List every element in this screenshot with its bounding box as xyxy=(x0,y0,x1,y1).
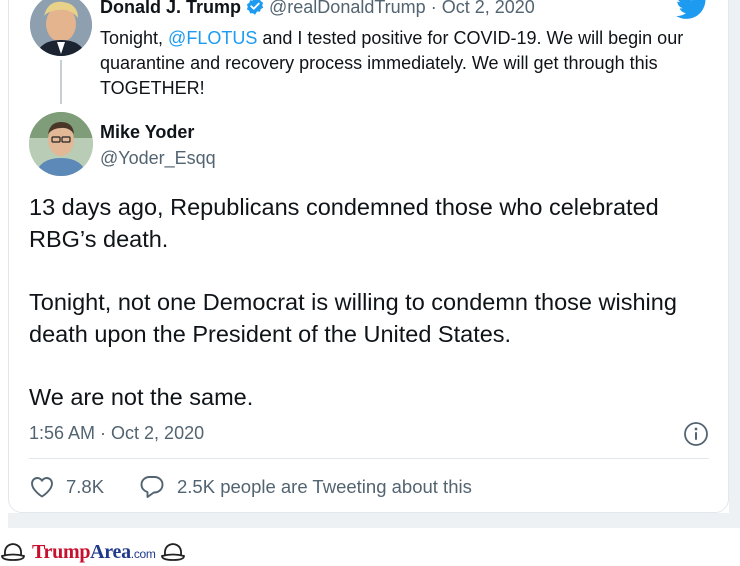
quoted-author-name[interactable]: Donald J. Trump xyxy=(100,0,241,17)
quoted-author-handle[interactable]: @realDonaldTrump xyxy=(269,0,426,17)
author-name[interactable]: Mike Yoder xyxy=(100,121,194,143)
info-icon[interactable] xyxy=(683,421,709,447)
quoted-tweet-text: Tonight, @FLOTUS and I tested positive f… xyxy=(100,26,700,101)
quoted-tweet-header: Donald J. Trump @realDonaldTrump · Oct 2,… xyxy=(100,0,535,21)
thread-connector-line xyxy=(60,60,62,104)
meta-separator: · xyxy=(425,0,442,17)
watermark-logo: TrumpArea.com xyxy=(0,541,186,564)
quoted-text-part: Tonight, xyxy=(100,28,169,48)
like-count: 7.8K xyxy=(66,476,105,497)
background-strip-right xyxy=(729,0,740,528)
tweet-timestamp[interactable]: 1:56 AM · Oct 2, 2020 xyxy=(29,421,204,445)
watermark-com: .com xyxy=(130,546,156,561)
watermark-text: TrumpArea.com xyxy=(32,541,156,564)
quoted-tweet-date[interactable]: Oct 2, 2020 xyxy=(442,0,535,17)
watermark-trump: Trump xyxy=(32,540,91,563)
mention-link[interactable]: @FLOTUS xyxy=(168,28,257,48)
tweet-paragraph: Tonight, not one Democrat is willing to … xyxy=(29,289,677,347)
author-avatar[interactable] xyxy=(29,112,93,176)
conversation-button[interactable]: 2.5K people are Tweeting about this xyxy=(139,474,472,500)
watermark-area: Area xyxy=(90,540,131,563)
reply-bubble-icon xyxy=(140,476,164,498)
hat-icon xyxy=(160,543,185,561)
hat-icon xyxy=(1,543,25,561)
tweet-paragraph: We are not the same. xyxy=(29,384,254,410)
conversation-label: 2.5K people are Tweeting about this xyxy=(177,476,472,497)
watermark: TrumpArea.com xyxy=(0,538,186,566)
like-button[interactable]: 7.8K xyxy=(30,474,104,500)
background-strip-bottom xyxy=(8,513,740,528)
tweet-paragraph: 13 days ago, Republicans condemned those… xyxy=(29,194,659,252)
verified-badge-icon xyxy=(245,0,265,21)
author-handle[interactable]: @Yoder_Esqq xyxy=(100,147,216,169)
twitter-bird-icon[interactable] xyxy=(675,0,710,20)
tweet-body: 13 days ago, Republicans condemned those… xyxy=(29,191,709,444)
heart-icon xyxy=(31,477,53,498)
divider xyxy=(29,458,709,459)
